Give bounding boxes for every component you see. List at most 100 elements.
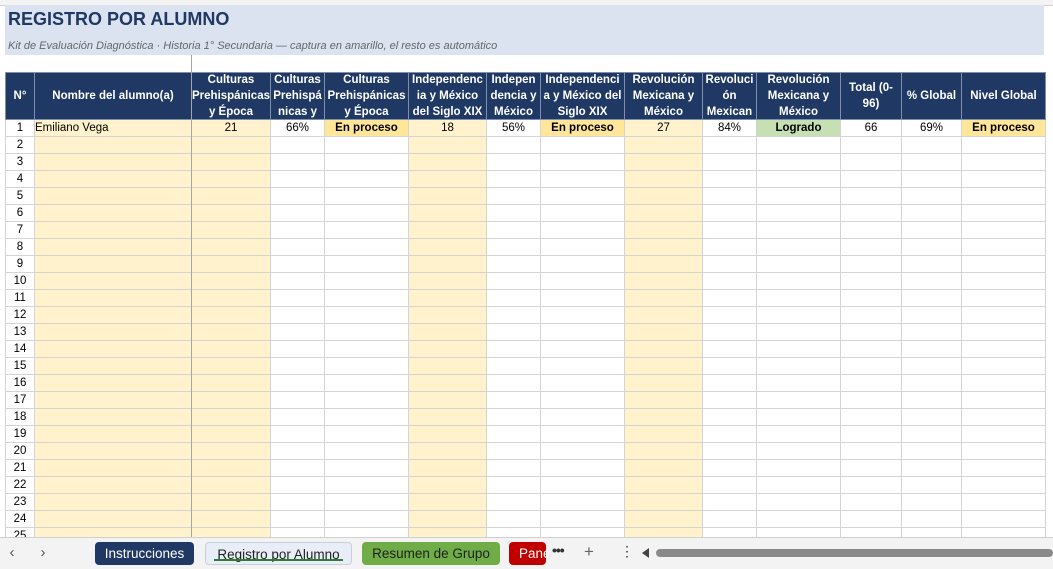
cell-c7[interactable] [623, 289, 703, 307]
cell-c5[interactable] [485, 340, 541, 358]
cell-c7[interactable] [623, 391, 703, 409]
cell-c9[interactable] [755, 527, 841, 537]
cell-c1[interactable] [191, 272, 271, 290]
cell-c8[interactable] [701, 425, 757, 443]
cell-c8[interactable] [701, 153, 757, 171]
cell-name[interactable] [34, 153, 192, 171]
cell-c7[interactable] [623, 306, 703, 324]
cell-nivel[interactable] [960, 238, 1046, 256]
cell-c6[interactable] [539, 391, 625, 409]
cell-n[interactable]: 2 [5, 136, 35, 154]
cell-pct[interactable] [900, 391, 962, 409]
cell-n[interactable]: 4 [5, 170, 35, 188]
cell-c3[interactable] [323, 374, 409, 392]
cell-c6[interactable] [539, 187, 625, 205]
cell-n[interactable]: 3 [5, 153, 35, 171]
cell-name[interactable] [34, 408, 192, 426]
cell-c8[interactable] [701, 493, 757, 511]
sheet-title[interactable]: REGISTRO POR ALUMNO [8, 9, 229, 30]
cell-pct[interactable] [900, 204, 962, 222]
cell-c8[interactable] [701, 306, 757, 324]
cell-nivel[interactable] [960, 340, 1046, 358]
cell-nivel[interactable] [960, 204, 1046, 222]
cell-c5[interactable] [485, 357, 541, 375]
cell-pct[interactable] [900, 238, 962, 256]
cell-pct[interactable] [900, 221, 962, 239]
cell-c3[interactable] [323, 306, 409, 324]
cell-c8[interactable] [701, 527, 757, 537]
cell-c1[interactable] [191, 221, 271, 239]
cell-c4[interactable] [407, 136, 487, 154]
cell-c5[interactable] [485, 493, 541, 511]
cell-c3[interactable] [323, 357, 409, 375]
cell-c7[interactable] [623, 425, 703, 443]
cell-c8[interactable] [701, 408, 757, 426]
tab-panel[interactable]: Pane [509, 542, 546, 565]
cell-c7[interactable] [623, 204, 703, 222]
cell-c6[interactable] [539, 357, 625, 375]
cell-name[interactable] [34, 170, 192, 188]
cell-c8[interactable] [701, 391, 757, 409]
cell-total[interactable] [839, 425, 902, 443]
cell-c5[interactable] [485, 289, 541, 307]
cell-c6[interactable] [539, 374, 625, 392]
cell-n[interactable]: 17 [5, 391, 35, 409]
cell-nivel[interactable] [960, 425, 1046, 443]
cell-c8[interactable] [701, 374, 757, 392]
cell-c1[interactable] [191, 238, 271, 256]
cell-c8[interactable]: 84% [701, 119, 757, 137]
cell-total[interactable] [839, 323, 902, 341]
cell-c4[interactable] [407, 272, 487, 290]
cell-c9[interactable] [755, 408, 841, 426]
cell-c2[interactable] [269, 340, 325, 358]
cell-c4[interactable] [407, 493, 487, 511]
column-header-nivel[interactable]: Nivel Global [960, 72, 1046, 120]
cell-c3[interactable] [323, 289, 409, 307]
cell-c7[interactable] [623, 527, 703, 537]
cell-nivel[interactable] [960, 391, 1046, 409]
cell-c2[interactable] [269, 476, 325, 494]
cell-c8[interactable] [701, 136, 757, 154]
cell-c1[interactable] [191, 459, 271, 477]
cell-pct[interactable] [900, 357, 962, 375]
cell-c5[interactable] [485, 272, 541, 290]
cell-total[interactable] [839, 408, 902, 426]
cell-c6[interactable] [539, 425, 625, 443]
cell-n[interactable]: 14 [5, 340, 35, 358]
sheet-options-icon[interactable]: ⋮ [620, 543, 634, 560]
cell-c9[interactable] [755, 153, 841, 171]
cell-c5[interactable] [485, 153, 541, 171]
cell-c3[interactable] [323, 153, 409, 171]
cell-n[interactable]: 5 [5, 187, 35, 205]
cell-c6[interactable] [539, 255, 625, 273]
cell-c4[interactable] [407, 527, 487, 537]
cell-c9[interactable] [755, 459, 841, 477]
cell-c4[interactable] [407, 340, 487, 358]
cell-total[interactable] [839, 255, 902, 273]
cell-c7[interactable] [623, 476, 703, 494]
cell-n[interactable]: 8 [5, 238, 35, 256]
cell-total[interactable]: 66 [839, 119, 902, 137]
column-header-name[interactable]: Nombre del alumno(a) [34, 72, 192, 120]
cell-c6[interactable] [539, 476, 625, 494]
cell-total[interactable] [839, 306, 902, 324]
cell-c7[interactable]: 27 [623, 119, 703, 137]
cell-c5[interactable] [485, 459, 541, 477]
cell-c3[interactable] [323, 238, 409, 256]
cell-c4[interactable] [407, 510, 487, 528]
cell-c7[interactable] [623, 272, 703, 290]
cell-c5[interactable] [485, 255, 541, 273]
cell-c6[interactable] [539, 238, 625, 256]
cell-total[interactable] [839, 272, 902, 290]
cell-n[interactable]: 18 [5, 408, 35, 426]
cell-c2[interactable]: 66% [269, 119, 325, 137]
cell-pct[interactable] [900, 272, 962, 290]
cell-c1[interactable] [191, 136, 271, 154]
cell-c8[interactable] [701, 510, 757, 528]
cell-nivel[interactable] [960, 306, 1046, 324]
cell-c7[interactable] [623, 442, 703, 460]
cell-c3[interactable] [323, 391, 409, 409]
cell-c4[interactable] [407, 170, 487, 188]
cell-pct[interactable] [900, 459, 962, 477]
cell-c3[interactable] [323, 136, 409, 154]
